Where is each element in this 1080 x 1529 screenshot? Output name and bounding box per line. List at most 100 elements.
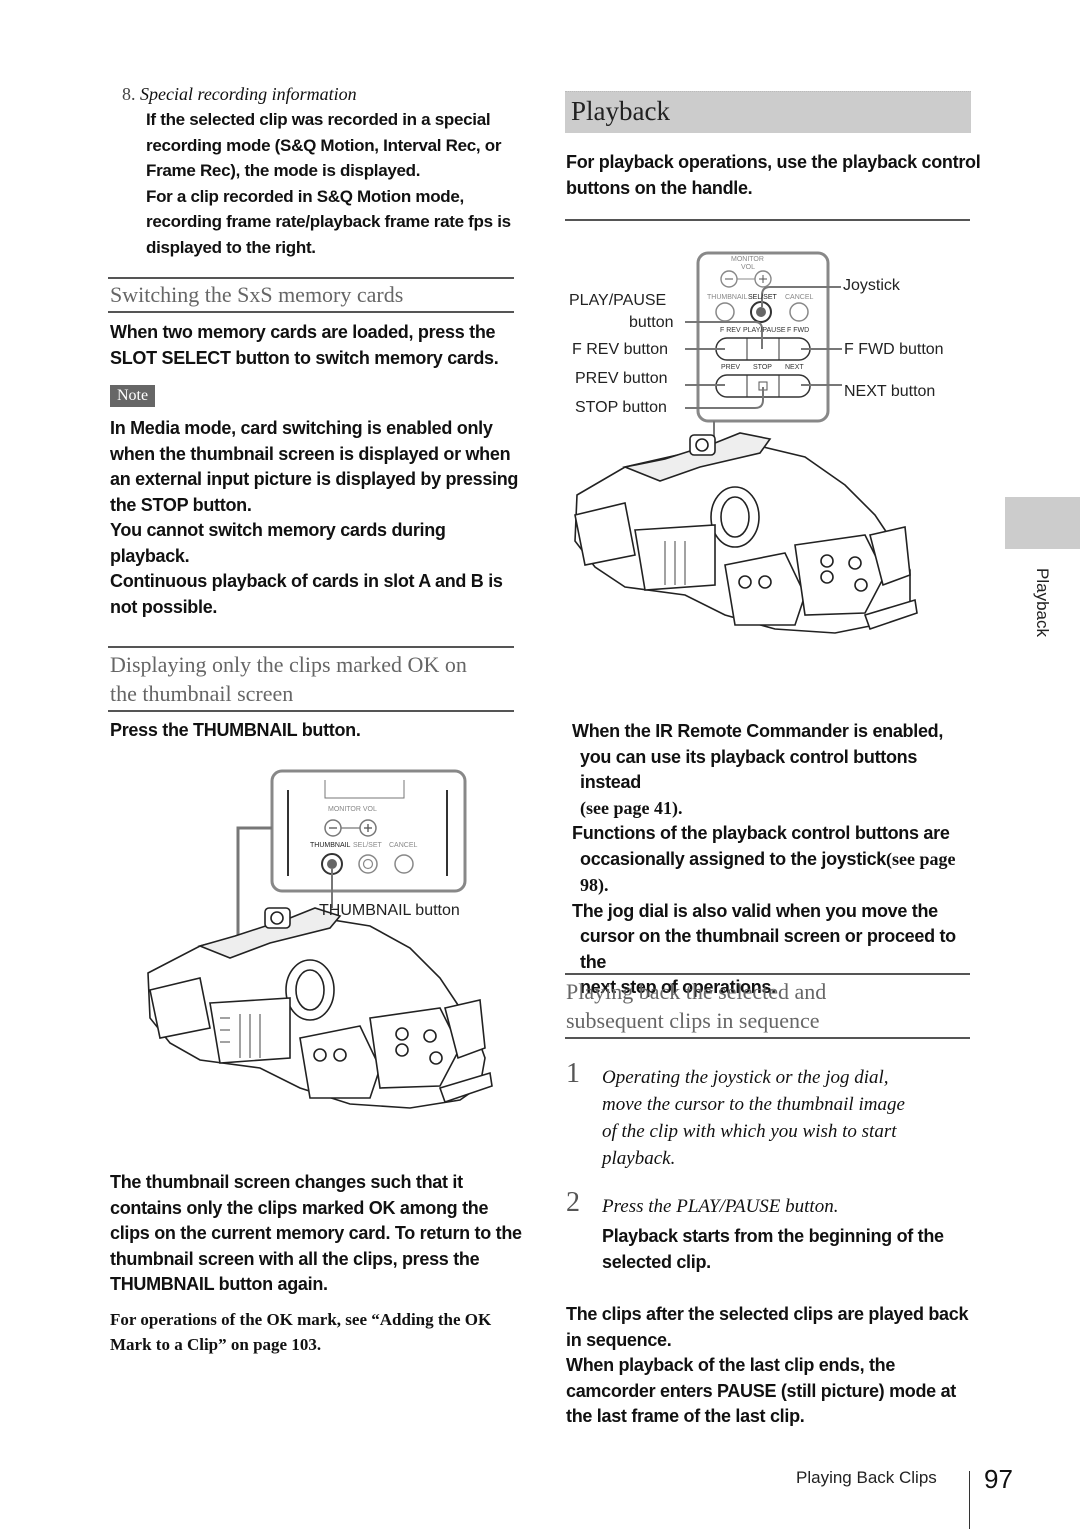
divider (108, 710, 514, 712)
text-line: clips on the current memory card. To ret… (110, 1223, 522, 1243)
step-line: of the clip with which you wish to start (602, 1121, 897, 1142)
step-line: Press the PLAY/PAUSE button. (602, 1196, 839, 1217)
text-line: recording frame rate/playback frame rate… (146, 212, 511, 231)
sel-set-label: SEL/SET (748, 294, 777, 301)
heading-sequence-playback: Playing back the selected and subsequent… (566, 977, 826, 1035)
section-title: Playback (571, 96, 670, 126)
footer-divider (969, 1471, 970, 1529)
step-number: 2 (566, 1187, 580, 1218)
text-line: in sequence. (566, 1329, 672, 1350)
sequence-after: The clips after the selected clips are p… (566, 1302, 986, 1430)
next-label: NEXT (785, 364, 804, 371)
text-line: displayed to the right. (146, 237, 316, 257)
ok-mark-reference: For operations of the OK mark, see “Addi… (110, 1307, 550, 1357)
note-line: Functions of the playback control button… (572, 823, 950, 843)
step-line: Operating the joystick or the jog dial, (602, 1067, 889, 1088)
note-line: cursor on the thumbnail screen or procee… (580, 926, 956, 972)
monitor-label: MONITOR (731, 256, 764, 263)
thumbnail-button-diagram: MONITOR VOL THUMBNAIL SEL/SET CANCEL THU… (140, 768, 510, 1128)
play-pause-callout: PLAY/PAUSE (569, 292, 667, 309)
f-rev-callout: F REV button (572, 341, 669, 358)
text-line: buttons on the handle. (566, 177, 753, 198)
text-line: camcorder enters PAUSE (still picture) m… (566, 1380, 956, 1401)
item-8-title: 8. Special recording information (122, 82, 542, 107)
reference-line[interactable]: Mark to a Clip” on page 103. (110, 1332, 550, 1357)
text-line: recording mode (S&Q Motion, Interval Rec… (146, 135, 502, 155)
playback-notes: When the IR Remote Commander is enabled,… (572, 719, 982, 1001)
playback-controls-diagram: MONITOR VOL THUMBNAIL SEL/SET CANCEL F R… (565, 245, 975, 675)
text-line: playback. (110, 545, 190, 566)
note-badge: Note (110, 385, 156, 407)
text-line: If the selected clip was recorded in a s… (146, 110, 491, 129)
page-reference[interactable]: 98). (572, 873, 982, 899)
item-8: 8. Special recording information If the … (122, 82, 542, 260)
stop-callout: STOP button (575, 399, 667, 416)
thumbnail-label: THUMBNAIL (310, 842, 351, 849)
text-line: When playback of the last clip ends, the (566, 1355, 896, 1375)
page-reference[interactable]: (see page (886, 849, 955, 869)
step-line: playback. (602, 1148, 676, 1169)
item-title: Special recording information (140, 84, 357, 104)
text-line: In Media mode, card switching is enabled… (110, 418, 493, 438)
item-8-body: If the selected clip was recorded in a s… (122, 107, 542, 260)
section-title-bar: Playback (565, 91, 971, 133)
stop-label: STOP (753, 364, 772, 371)
footer-section: Playing Back Clips (796, 1468, 937, 1487)
joystick-callout: Joystick (843, 277, 900, 294)
note-line: you can use its playback control buttons… (580, 746, 918, 793)
text-line: THUMBNAIL button again. (110, 1274, 328, 1294)
text-line: the STOP button. (110, 494, 252, 515)
instruction-press-thumbnail: Press the THUMBNAIL button. (110, 720, 361, 740)
divider (565, 973, 970, 975)
chapter-tab-label: Playback (1033, 568, 1052, 637)
text-line: not possible. (110, 596, 218, 617)
text-line: The thumbnail screen changes such that i… (110, 1172, 463, 1192)
f-fwd-label: F FWD (787, 327, 810, 334)
play-pause-callout-2: button (629, 314, 674, 331)
text-line: thumbnail screen with all the clips, pre… (110, 1248, 480, 1269)
next-callout: NEXT button (844, 383, 936, 400)
thumbnail-button-callout: THUMBNAIL button (319, 902, 460, 919)
monitor-vol-label: MONITOR VOL (328, 806, 377, 813)
heading-line: the thumbnail screen (110, 681, 294, 706)
note-line: When the IR Remote Commander is enabled, (572, 721, 944, 741)
step-line: move the cursor to the thumbnail image (602, 1094, 905, 1115)
divider (108, 277, 514, 279)
heading-line: subsequent clips in sequence (566, 1008, 820, 1033)
camcorder-illustration (574, 432, 918, 634)
page-reference[interactable]: (see page 41). (572, 796, 982, 822)
playback-intro: For playback operations, use the playbac… (566, 150, 986, 201)
chapter-tab[interactable] (1005, 497, 1080, 549)
result-text: The thumbnail screen changes such that i… (110, 1170, 540, 1298)
text-line: Frame Rec), the mode is displayed. (146, 161, 421, 180)
divider (565, 219, 970, 221)
step-2: Press the PLAY/PAUSE button. Playback st… (602, 1193, 982, 1275)
note-text: occasionally assigned to the joystick (580, 848, 887, 869)
reference-line[interactable]: For operations of the OK mark, see “Addi… (110, 1307, 550, 1332)
text-line: For playback operations, use the playbac… (566, 152, 981, 172)
heading-displaying-ok: Displaying only the clips marked OK on t… (110, 650, 520, 708)
text-line: the last frame of the last clip. (566, 1406, 805, 1426)
text-line: contains only the clips marked OK among … (110, 1197, 489, 1218)
text-line: SLOT SELECT button to switch memory card… (110, 347, 499, 368)
play-pause-label: PLAY/PAUSE (743, 327, 786, 334)
prev-callout: PREV button (575, 370, 668, 387)
step-result: selected clip. (602, 1251, 711, 1272)
heading-switching-cards: Switching the SxS memory cards (110, 282, 404, 307)
text-line: You cannot switch memory cards during (110, 520, 446, 540)
cancel-label: CANCEL (389, 842, 418, 849)
camcorder-illustration (147, 907, 493, 1109)
note-body: In Media mode, card switching is enabled… (110, 416, 530, 620)
step-result: Playback starts from the beginning of th… (602, 1226, 944, 1246)
cancel-label: CANCEL (785, 294, 814, 301)
heading-line: Playing back the selected and (566, 979, 827, 1004)
text-line: Continuous playback of cards in slot A a… (110, 571, 503, 591)
item-number: 8. (122, 84, 136, 104)
sel-set-label: SEL/SET (353, 842, 382, 849)
step-1: Operating the joystick or the jog dial, … (602, 1064, 972, 1172)
note-line: The jog dial is also valid when you move… (572, 900, 938, 921)
switching-instruction: When two memory cards are loaded, press … (110, 320, 530, 371)
text-line: When two memory cards are loaded, press … (110, 322, 496, 342)
prev-label: PREV (721, 364, 741, 371)
divider (565, 1037, 970, 1039)
